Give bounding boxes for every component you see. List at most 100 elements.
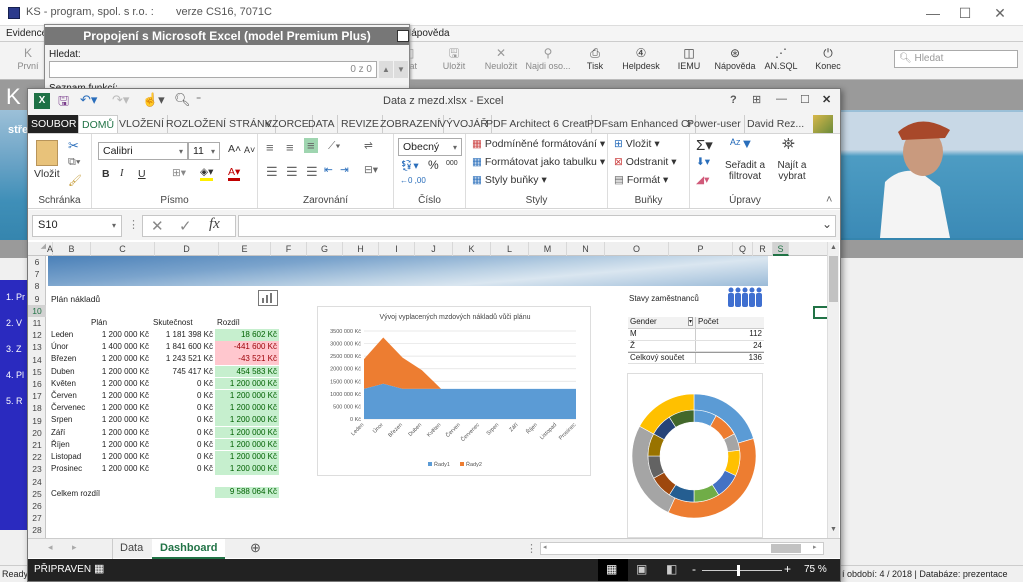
row-header-11[interactable]: 11 [28,317,46,329]
column-header-s[interactable]: S [773,242,789,256]
prev-match-button[interactable]: ▲ [379,61,393,78]
row-header-27[interactable]: 27 [28,512,46,524]
fill-button[interactable]: ⬇▾ [696,156,710,168]
excel-maximize-button[interactable]: ☐ [800,93,810,106]
font-name-select[interactable]: Calibri ▾ [98,142,188,160]
tab-file[interactable]: SOUBOR [28,115,80,133]
toolbar-ansql-button[interactable]: ⋰ AN.SQL [756,45,806,71]
decrease-indent-button[interactable]: ⇤ [324,164,333,176]
column-header-e[interactable]: E [219,242,271,256]
ribbon-display-button[interactable]: ⊞ [752,93,761,106]
tab-home[interactable]: DOMŮ [78,115,119,133]
scroll-right-icon[interactable]: ▸ [813,543,817,551]
column-header-k[interactable]: K [453,242,491,256]
font-size-select[interactable]: 11 ▾ [188,142,220,160]
delete-cells-button[interactable]: ⊠ Odstranit ▾ [614,156,677,168]
row-header-17[interactable]: 17 [28,390,46,402]
name-box[interactable]: S10 ▾ [32,215,122,237]
row-header-22[interactable]: 22 [28,451,46,463]
select-all-corner[interactable]: ◢ [28,242,46,256]
row-header-25[interactable]: 25 [28,488,46,500]
column-header-p[interactable]: P [669,242,733,256]
macro-record-icon[interactable]: ▦ [94,562,104,575]
merge-button[interactable]: ⊟▾ [364,164,378,176]
minimize-button[interactable]: — [918,4,948,22]
align-right-button[interactable]: ☰ [306,164,318,180]
menu-napoveda[interactable]: Nápověda [404,28,450,39]
column-header-j[interactable]: J [415,242,453,256]
user-account[interactable]: David Rez... [744,115,807,133]
column-header-f[interactable]: F [271,242,307,256]
user-avatar[interactable] [813,115,833,133]
fill-color-button[interactable]: ◈▾ [200,166,214,181]
italic-button[interactable]: I [120,168,124,179]
column-header-b[interactable]: B [53,242,91,256]
add-sheet-icon[interactable]: ⊕ [250,540,261,556]
area-chart[interactable]: Vývoj vyplacených mzdových nákladů vůči … [317,306,591,476]
find-select-button[interactable]: Najít a vybrat [770,160,814,182]
underline-button[interactable]: U [138,168,146,180]
help-button[interactable]: ? [730,94,737,106]
toolbar-exit-button[interactable]: ⏻ Konec [803,45,853,71]
ks-search-input[interactable]: 🔍︎ Hledat [894,50,1018,68]
nav-item-2[interactable]: 2. V [6,318,22,328]
scroll-up-icon[interactable]: ▲ [830,244,837,251]
currency-button[interactable]: 💱︎▾ [400,159,419,172]
tab-page-layout[interactable]: ROZLOŽENÍ STRÁNK [163,115,276,133]
horizontal-scrollbar[interactable]: ◂ ▸ [540,542,824,555]
column-header-l[interactable]: L [491,242,529,256]
row-header-14[interactable]: 14 [28,354,46,366]
vertical-scrollbar[interactable]: ▲ ▼ [827,242,839,538]
tab-data[interactable]: DATA [305,115,339,133]
tab-power-user[interactable]: Power-user [684,115,745,133]
scroll-down-icon[interactable]: ▼ [830,526,837,533]
sheet-tab-data[interactable]: Data [112,539,150,559]
touch-mode-icon[interactable]: ☝▾ [142,92,165,108]
format-cells-button[interactable]: ▤ Formát ▾ [614,174,668,186]
zoom-out-button[interactable]: - [692,562,696,576]
zoom-in-button[interactable]: + [784,562,791,576]
align-top-button[interactable]: ≡ [266,140,274,155]
column-header-o[interactable]: O [605,242,669,256]
sheet-grid[interactable]: Plán nákladů Plán Skutečnost Rozdíl Lede… [47,256,828,538]
collapse-ribbon-icon[interactable]: ˄ [826,194,832,206]
column-header-i[interactable]: I [379,242,415,256]
menu-evidence[interactable]: Evidence [6,28,47,39]
thousands-button[interactable]: 000 [446,160,458,167]
row-header-19[interactable]: 19 [28,415,46,427]
zoom-level[interactable]: 75 % [804,564,827,575]
borders-button[interactable]: ⊞▾ [172,167,186,179]
formula-bar-handle[interactable]: ⋮ [128,218,139,231]
redo-icon[interactable]: ↷▾ [112,92,129,108]
nav-item-1[interactable]: 1. Pr [6,292,25,302]
row-header-28[interactable]: 28 [28,524,46,536]
row-header-21[interactable]: 21 [28,439,46,451]
toolbar-find-person-button[interactable]: ⚲ Najdi oso... [523,45,573,71]
tab-insert[interactable]: VLOŽENÍ [116,115,168,133]
save-icon[interactable]: 🖫 [58,92,69,114]
align-middle-button[interactable]: ≡ [286,140,294,155]
row-header-6[interactable]: 6 [28,256,46,268]
tab-pdf-architect[interactable]: PDF Architect 6 Creat [483,115,592,133]
expand-formula-icon[interactable]: ⌄ [822,217,832,231]
dialog-search-input[interactable]: 0 z 0 [49,61,377,78]
column-header-m[interactable]: M [529,242,567,256]
row-header-7[interactable]: 7 [28,268,46,280]
increase-indent-button[interactable]: ⇥ [340,164,349,176]
normal-view-button[interactable]: ▦ [598,559,628,581]
row-header-18[interactable]: 18 [28,402,46,414]
row-header-9[interactable]: 9 [28,293,46,305]
row-header-10[interactable]: 10 [28,304,46,317]
insert-cells-button[interactable]: ⊞ Vložit ▾ [614,138,660,150]
copy-icon[interactable]: ⧉▾ [68,156,80,169]
column-header-d[interactable]: D [155,242,219,256]
toolbar-print-button[interactable]: ⎙ Tisk [570,45,620,71]
format-as-table-button[interactable]: ▦ Formátovat jako tabulku ▾ [472,156,605,168]
close-button[interactable]: ✕ [985,4,1015,22]
sheet-tab-dashboard[interactable]: Dashboard [152,539,226,559]
scroll-thumb[interactable] [829,256,838,302]
dialog-checkbox[interactable] [397,30,409,42]
undo-icon[interactable]: ↶▾ [80,92,97,108]
cancel-icon[interactable]: ✕ [151,217,164,235]
paste-button[interactable]: Vložit [34,168,60,180]
